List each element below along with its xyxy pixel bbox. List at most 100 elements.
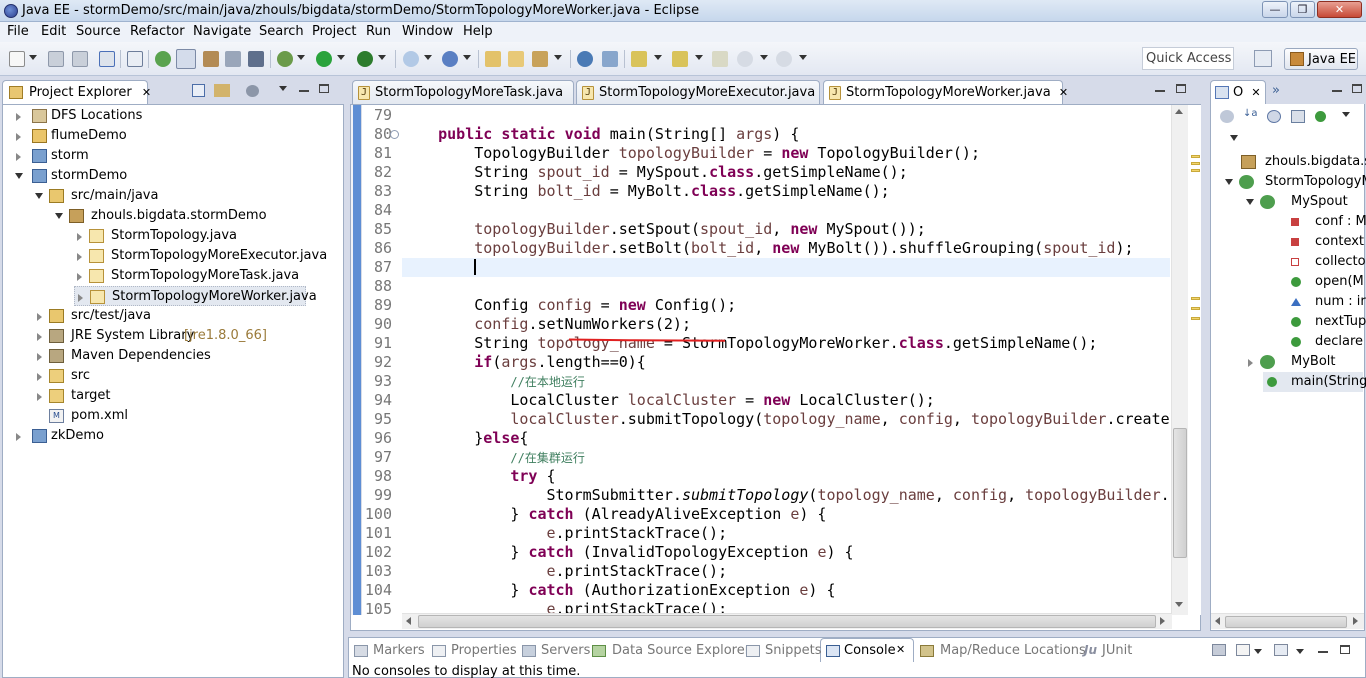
new-server-dropdown-icon[interactable] (424, 55, 432, 60)
close-window-button[interactable]: ✕ (1317, 1, 1362, 18)
scroll-up-arrow-icon[interactable] (1175, 109, 1183, 114)
print-icon[interactable] (99, 51, 115, 67)
run-icon[interactable] (316, 51, 332, 67)
perspective-java-ee-button[interactable]: Java EE (1284, 48, 1358, 70)
globe-icon[interactable] (577, 51, 593, 67)
tab-data-source-explorer[interactable]: Data Source Explorer (612, 643, 750, 658)
open-perspective-icon[interactable] (1254, 50, 1272, 67)
tab-storm-topology-more-task[interactable]: J StormTopologyMoreTask.java (352, 80, 574, 105)
new-java-class-icon[interactable] (442, 51, 458, 67)
code-line[interactable]: TopologyBuilder topologyBuilder = new To… (402, 144, 980, 163)
tab-markers[interactable]: Markers (373, 643, 425, 658)
pin-console-icon[interactable] (1274, 644, 1288, 656)
tab-servers[interactable]: Servers (541, 643, 590, 658)
next-annotation-icon[interactable] (602, 51, 618, 67)
scroll-right-arrow-icon[interactable] (1160, 617, 1165, 625)
outline-scroll-thumb[interactable] (1225, 616, 1347, 628)
code-line[interactable]: localCluster.submitTopology(topology_nam… (402, 410, 1170, 429)
code-line[interactable]: String topology_name = StormTopologyMore… (402, 334, 1097, 353)
menu-edit[interactable]: Edit (41, 24, 66, 39)
hide-fields-icon[interactable] (1267, 110, 1281, 123)
tree-item-moreworker-java[interactable]: StormTopologyMoreWorker.java (74, 286, 317, 306)
close-tab-icon[interactable]: ✕ (896, 643, 905, 656)
menu-source[interactable]: Source (76, 24, 121, 39)
horizontal-scroll-thumb[interactable] (418, 615, 1156, 628)
new-class-dropdown-icon[interactable] (463, 55, 471, 60)
tab-project-explorer[interactable]: Project Explorer ✕ (2, 80, 151, 104)
new-dropdown-icon[interactable] (29, 55, 37, 60)
toggle-highlight-icon[interactable] (176, 49, 196, 69)
minimize-console-icon[interactable] (1318, 651, 1328, 653)
toggle-mark-occurrences-icon[interactable] (155, 51, 171, 67)
open-folder-icon[interactable] (485, 51, 501, 67)
menu-file[interactable]: File (7, 24, 29, 39)
code-line[interactable]: try { (402, 467, 555, 486)
open-console-icon[interactable] (1236, 644, 1250, 656)
forward-dropdown-icon[interactable] (799, 55, 807, 60)
tab-storm-topology-more-executor[interactable]: J StormTopologyMoreExecutor.java (576, 80, 820, 105)
editor-vertical-ruler[interactable] (351, 105, 362, 615)
link-with-editor-icon[interactable] (214, 84, 230, 97)
save-all-icon[interactable] (72, 51, 88, 67)
code-area[interactable]: public static void main(String[] args) {… (402, 105, 1170, 615)
minimize-outline-icon[interactable] (1332, 90, 1342, 92)
back-icon[interactable] (737, 51, 753, 67)
tab-properties[interactable]: Properties (451, 643, 517, 658)
code-line[interactable]: Config config = new Config(); (402, 296, 736, 315)
outline-item-main[interactable]: main(String[ (1263, 372, 1366, 392)
open-type-icon[interactable] (203, 51, 219, 67)
back-dropdown-icon[interactable] (760, 55, 768, 60)
window-titlebar[interactable]: Java EE - stormDemo/src/main/java/zhouls… (0, 0, 1366, 22)
menu-project[interactable]: Project (312, 24, 356, 39)
skip-breakpoints-icon[interactable] (127, 51, 143, 67)
code-line[interactable] (402, 258, 1170, 277)
close-tab-icon[interactable]: ✕ (1059, 86, 1068, 99)
scroll-down-arrow-icon[interactable] (1175, 602, 1183, 607)
outline-filter-icon[interactable] (1220, 110, 1234, 123)
open-console-dropdown-icon[interactable] (1254, 649, 1262, 654)
scroll-left-arrow-icon[interactable] (1215, 617, 1220, 625)
code-line[interactable]: }else{ (402, 429, 528, 448)
next-edit-dropdown-icon[interactable] (654, 55, 662, 60)
code-line[interactable]: if(args.length==0){ (402, 353, 646, 372)
tab-storm-topology-more-worker[interactable]: J StormTopologyMoreWorker.java ✕ (823, 80, 1068, 105)
scroll-right-arrow-icon[interactable] (1353, 617, 1358, 625)
run-external-tools-icon[interactable] (357, 51, 373, 67)
sort-icon[interactable]: ↓a (1243, 108, 1258, 119)
run-dropdown-icon[interactable] (337, 55, 345, 60)
tab-snippets[interactable]: Snippets (765, 643, 821, 658)
warning-marker[interactable] (1191, 307, 1200, 310)
tab-junit[interactable]: JUnit (1102, 643, 1132, 658)
minimize-editor-icon[interactable] (1155, 90, 1165, 92)
new-icon[interactable] (9, 51, 25, 67)
overview-ruler[interactable] (1188, 105, 1201, 615)
menu-help[interactable]: Help (463, 24, 493, 39)
view-menu-filter-icon[interactable] (246, 85, 259, 97)
maximize-button[interactable]: ❐ (1290, 1, 1315, 18)
menu-refactor[interactable]: Refactor (130, 24, 185, 39)
display-console-icon[interactable] (1212, 644, 1226, 656)
code-line[interactable]: e.printStackTrace(); (402, 562, 728, 581)
forward-icon[interactable] (776, 51, 792, 67)
warning-marker[interactable] (1191, 297, 1200, 300)
view-menu-icon[interactable] (1296, 649, 1304, 654)
code-line[interactable]: } catch (AuthorizationException e) { (402, 581, 835, 600)
prev-edit-icon[interactable] (672, 51, 688, 67)
code-line[interactable]: } catch (InvalidTopologyException e) { (402, 543, 853, 562)
prev-edit-dropdown-icon[interactable] (695, 55, 703, 60)
tab-outline[interactable]: O ✕ (1210, 80, 1266, 104)
menu-search[interactable]: Search (259, 24, 304, 39)
maximize-view-icon[interactable] (319, 84, 329, 93)
pencil-icon[interactable] (532, 51, 548, 67)
code-line[interactable]: topologyBuilder.setBolt(bolt_id, new MyB… (402, 239, 1133, 258)
close-tab-icon[interactable]: ✕ (142, 86, 151, 99)
outline-view-menu-icon[interactable] (1342, 112, 1350, 117)
pencil-dropdown-icon[interactable] (554, 55, 562, 60)
minimize-button[interactable]: — (1262, 1, 1288, 18)
next-edit-icon[interactable] (631, 51, 647, 67)
save-icon[interactable] (48, 51, 64, 67)
minimize-view-icon[interactable] (299, 90, 309, 92)
warning-marker[interactable] (1191, 162, 1200, 165)
warning-marker[interactable] (1191, 169, 1200, 172)
code-line[interactable]: String spout_id = MySpout.class.getSimpl… (402, 163, 908, 182)
